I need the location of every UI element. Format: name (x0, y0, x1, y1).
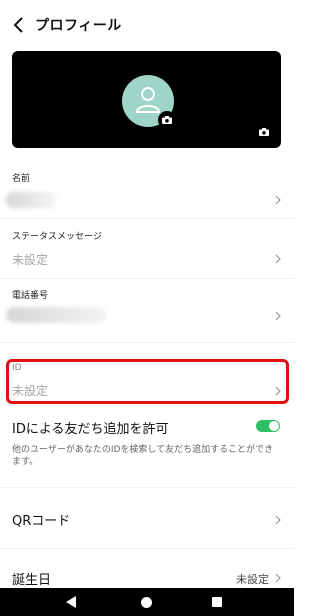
toggle-knob (269, 421, 279, 431)
phone-row[interactable]: 電話番号 (0, 282, 294, 342)
divider (0, 218, 294, 219)
avatar-camera-icon[interactable] (158, 111, 176, 129)
divider (0, 278, 294, 279)
chevron-right-icon (275, 195, 281, 205)
birthday-value: 未設定 (236, 573, 269, 586)
status-message-row[interactable]: ステータスメッセージ 未設定 (0, 223, 294, 278)
chevron-right-icon (275, 515, 281, 525)
id-search-toggle[interactable] (256, 420, 280, 432)
cover-image[interactable] (12, 51, 281, 148)
system-nav-bar (0, 588, 294, 616)
id-search-label: IDによる友だち追加を許可 (12, 422, 169, 437)
divider (0, 487, 294, 488)
nav-back-icon[interactable] (66, 596, 77, 608)
divider (0, 548, 294, 549)
birthday-row[interactable]: 誕生日 未設定 (0, 560, 294, 588)
chevron-right-icon (275, 254, 281, 264)
name-value-blurred (6, 192, 56, 208)
header: プロフィール (0, 0, 294, 50)
person-icon (135, 87, 161, 113)
name-label: 名前 (12, 174, 31, 184)
highlight-box (6, 359, 289, 404)
status-value: 未設定 (12, 253, 49, 267)
qr-code-label: QRコード (12, 514, 71, 529)
nav-home-icon[interactable] (141, 597, 152, 608)
name-row[interactable]: 名前 (0, 165, 294, 220)
page-title: プロフィール (35, 18, 122, 34)
nav-recent-apps-icon[interactable] (212, 597, 222, 607)
qr-code-row[interactable]: QRコード (0, 500, 294, 540)
phone-label: 電話番号 (12, 291, 49, 301)
cover-camera-icon[interactable] (256, 124, 272, 138)
back-arrow-icon[interactable] (12, 15, 26, 35)
divider (0, 342, 294, 343)
phone-value-blurred (6, 307, 106, 323)
id-search-description: 他のユーザーがあなたのIDを検索して友だち追加することができます。 (12, 445, 274, 467)
status-label: ステータスメッセージ (12, 232, 102, 242)
birthday-label: 誕生日 (12, 573, 52, 588)
chevron-right-icon (275, 311, 281, 321)
chevron-right-icon (275, 573, 281, 583)
